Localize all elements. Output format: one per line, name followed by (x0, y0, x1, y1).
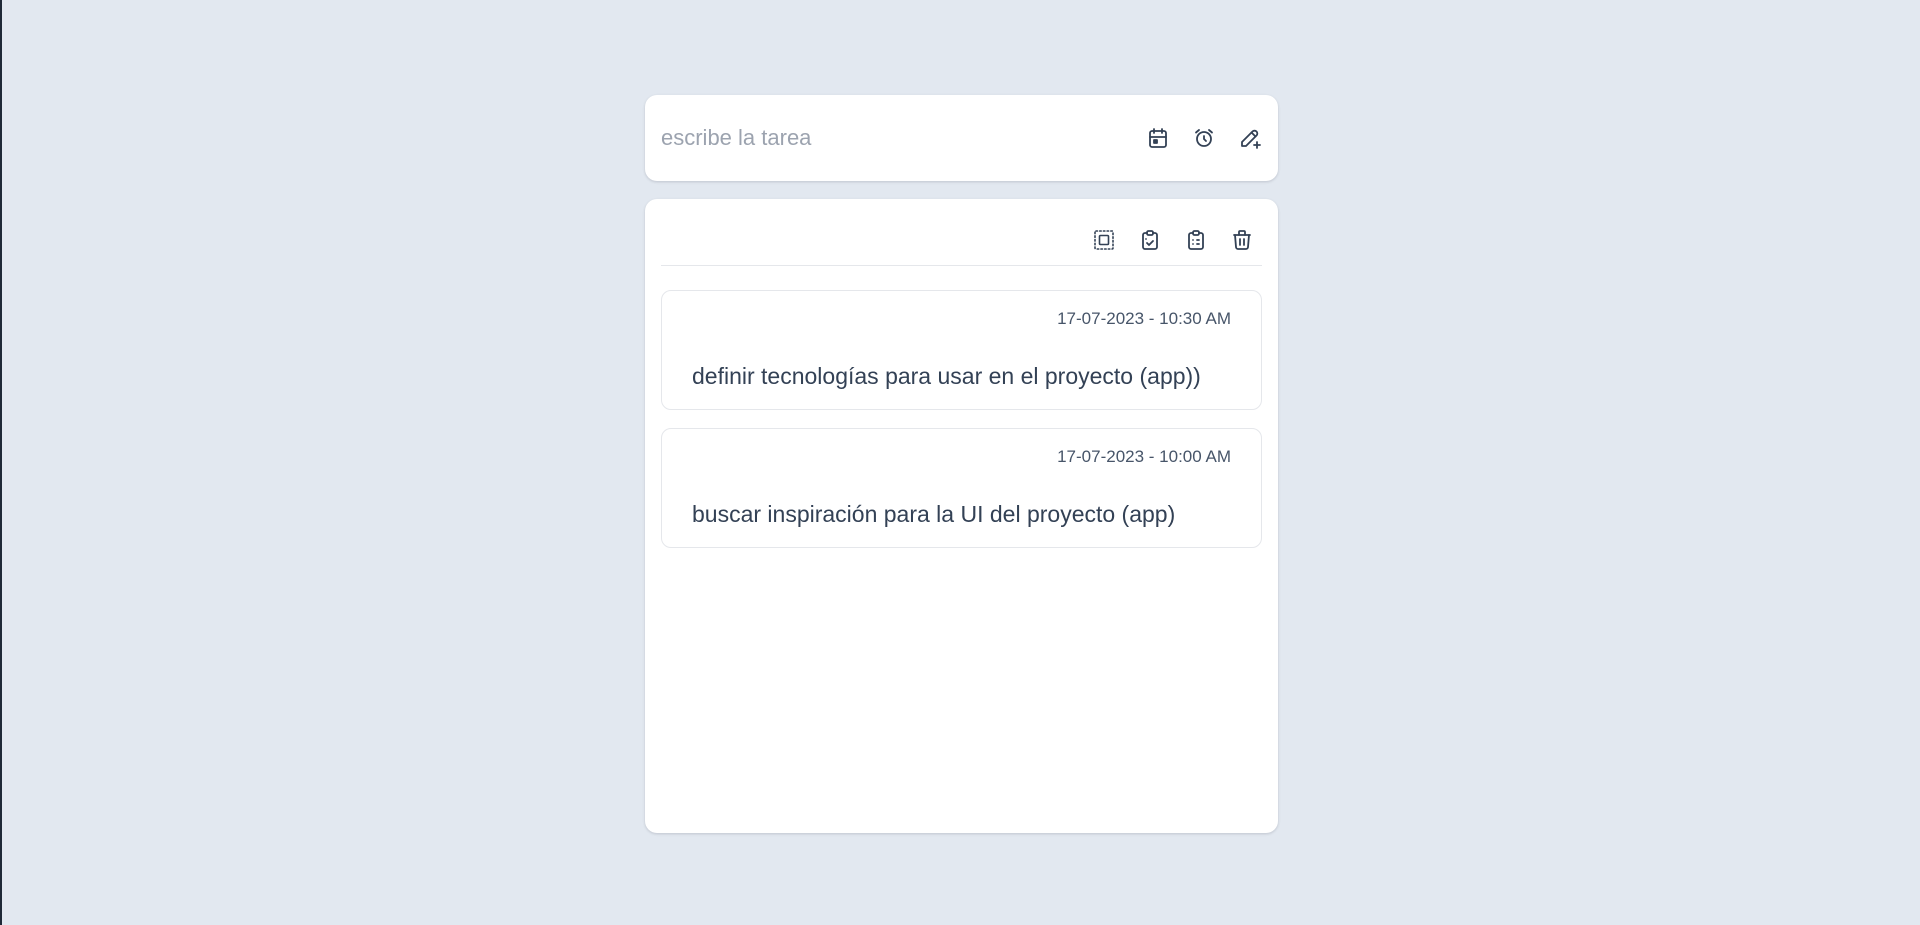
input-actions (1146, 126, 1262, 150)
todo-app: 17-07-2023 - 10:30 AM definir tecnología… (645, 95, 1278, 833)
trash-icon[interactable] (1230, 228, 1254, 252)
task-list: 17-07-2023 - 10:30 AM definir tecnología… (661, 290, 1262, 548)
task-text: buscar inspiración para la UI del proyec… (692, 501, 1176, 527)
task-list-card: 17-07-2023 - 10:30 AM definir tecnología… (645, 199, 1278, 833)
pencil-plus-icon[interactable] (1238, 126, 1262, 150)
task-date: 17-07-2023 - 10:00 AM (1057, 447, 1231, 466)
alarm-clock-icon[interactable] (1192, 126, 1216, 150)
select-all-icon[interactable] (1092, 228, 1116, 252)
task-input[interactable] (661, 125, 1146, 151)
calendar-icon[interactable] (1146, 126, 1170, 150)
list-toolbar (661, 215, 1262, 266)
clipboard-check-icon[interactable] (1138, 228, 1162, 252)
task-item[interactable]: 17-07-2023 - 10:30 AM definir tecnología… (661, 290, 1262, 410)
task-text: definir tecnologías para usar en el proy… (692, 363, 1201, 389)
task-item[interactable]: 17-07-2023 - 10:00 AM buscar inspiración… (661, 428, 1262, 548)
new-task-card (645, 95, 1278, 181)
window-edge (0, 0, 2, 925)
clipboard-list-icon[interactable] (1184, 228, 1208, 252)
task-date: 17-07-2023 - 10:30 AM (1057, 309, 1231, 328)
